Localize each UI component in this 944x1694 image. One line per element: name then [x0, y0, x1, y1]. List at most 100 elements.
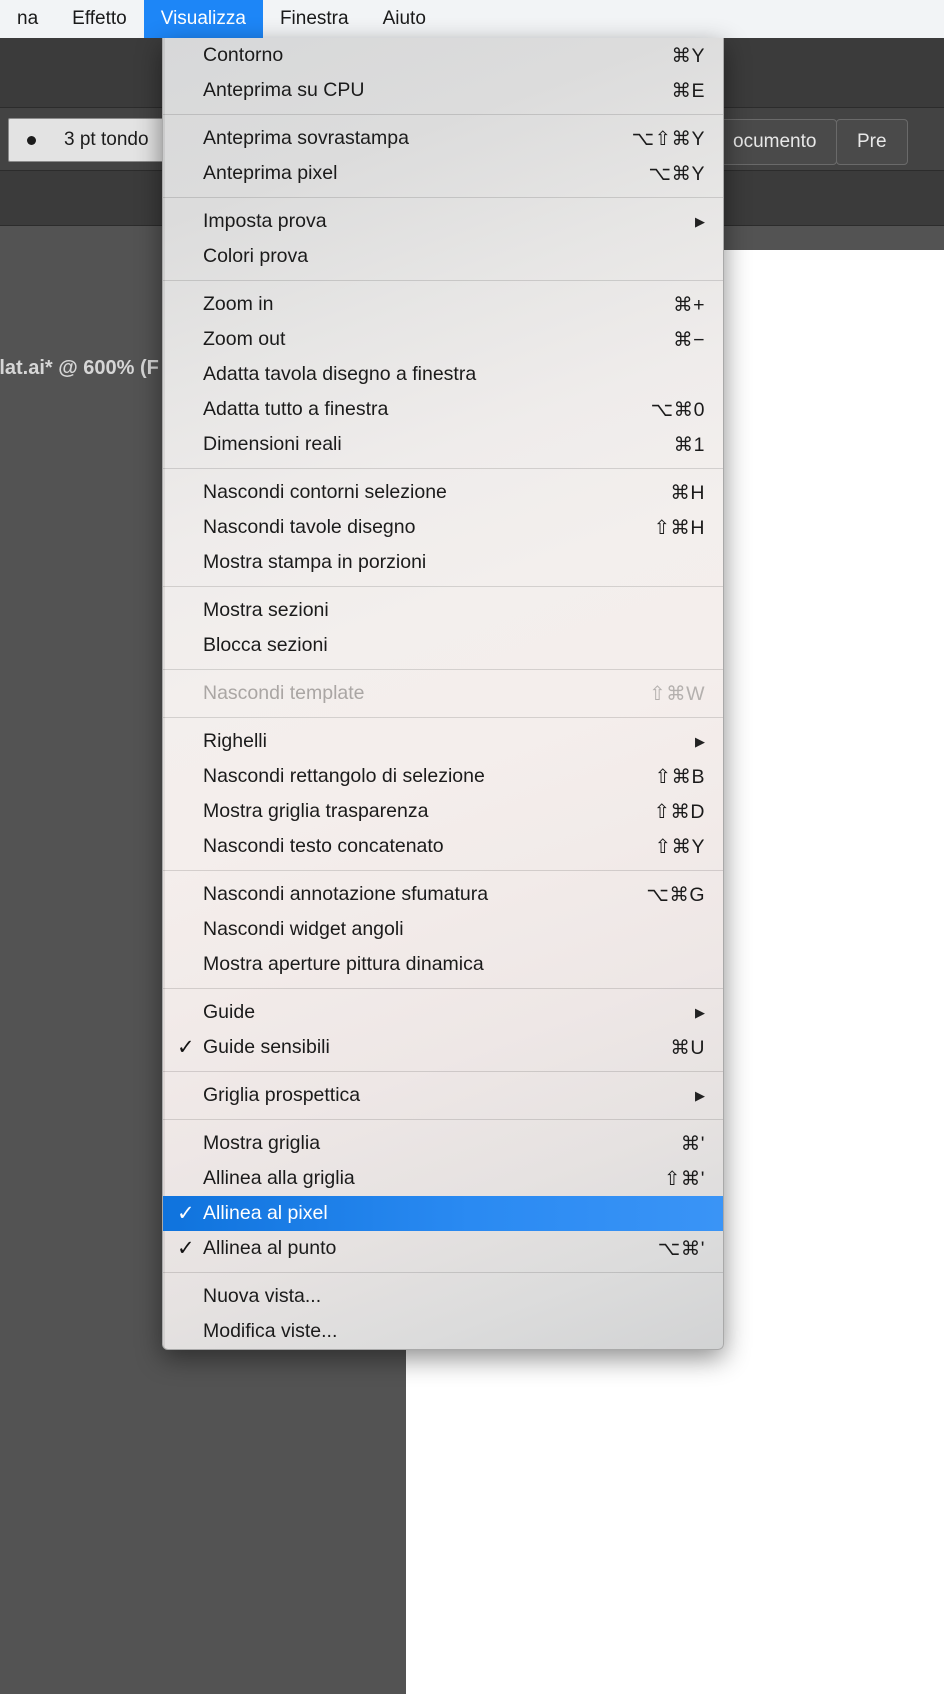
menu-section: Nuova vista... Modifica viste...: [163, 1279, 723, 1349]
menu-item-anteprima-sovrastampa[interactable]: Anteprima sovrastampa ⌥⇧⌘Y: [163, 121, 723, 156]
menu-item-allinea-al-pixel[interactable]: ✓ Allinea al pixel: [163, 1196, 723, 1231]
menu-section: Imposta prova ▶ Colori prova: [163, 204, 723, 274]
menu-item-label: Griglia prospettica: [203, 1084, 361, 1106]
menu-item-label: Guide: [203, 1001, 256, 1023]
menu-item-guide-sensibili[interactable]: ✓ Guide sensibili ⌘U: [163, 1030, 723, 1065]
documento-button[interactable]: ocumento: [712, 119, 838, 165]
menu-item-nuova-vista[interactable]: Nuova vista...: [163, 1279, 723, 1314]
menu-section: Guide ▶ ✓ Guide sensibili ⌘U: [163, 995, 723, 1065]
menu-separator: [163, 988, 723, 989]
menu-item-nascondi-template: Nascondi template ⇧⌘W: [163, 676, 723, 711]
menu-section: Mostra griglia ⌘' Allinea alla griglia ⇧⌘' ✓…: [163, 1126, 723, 1266]
menu-item-nascondi-annotazione-sfumatura[interactable]: Nascondi annotazione sfumatura ⌥⌘G: [163, 877, 723, 912]
menu-item-mostra-griglia[interactable]: Mostra griglia ⌘': [163, 1126, 723, 1161]
menu-item-modifica-viste[interactable]: Modifica viste...: [163, 1314, 723, 1349]
menu-item-label: Nascondi contorni selezione: [203, 481, 447, 503]
menu-item-mostra-griglia-trasparenza[interactable]: Mostra griglia trasparenza ⇧⌘D: [163, 794, 723, 829]
checkmark-icon: ✓: [177, 1237, 195, 1260]
menu-separator: [163, 468, 723, 469]
menu-item-mostra-stampa-in-porzioni[interactable]: Mostra stampa in porzioni: [163, 545, 723, 580]
menu-item-zoom-out[interactable]: Zoom out ⌘−: [163, 322, 723, 357]
predefinito-button[interactable]: Pre: [836, 119, 908, 165]
menu-separator: [163, 1119, 723, 1120]
menu-item-allinea-al-punto[interactable]: ✓ Allinea al punto ⌥⌘': [163, 1231, 723, 1266]
menu-item-shortcut: ⇧⌘W: [649, 682, 705, 705]
menu-item-shortcut: ⌘H: [670, 481, 705, 504]
menu-item-shortcut: ⌥⌘0: [650, 398, 705, 421]
menu-item-label: Mostra sezioni: [203, 599, 329, 621]
menu-item-label: Anteprima su CPU: [203, 79, 365, 101]
menu-item-nascondi-testo-concatenato[interactable]: Nascondi testo concatenato ⇧⌘Y: [163, 829, 723, 864]
menu-item-label: Adatta tavola disegno a finestra: [203, 363, 477, 385]
menu-item-zoom-in[interactable]: Zoom in ⌘+: [163, 287, 723, 322]
menu-item-label: Nascondi annotazione sfumatura: [203, 883, 489, 905]
menubar-item-label: Finestra: [279, 8, 349, 29]
menubar-item-aiuto[interactable]: Aiuto: [366, 0, 443, 38]
menu-item-contorno[interactable]: Contorno ⌘Y: [163, 38, 723, 73]
menu-bar-items: na Effetto Visualizza Finestra Aiuto: [0, 0, 944, 38]
menu-item-nascondi-tavole-disegno[interactable]: Nascondi tavole disegno ⇧⌘H: [163, 510, 723, 545]
menu-item-colori-prova[interactable]: Colori prova: [163, 239, 723, 274]
visualizza-dropdown-menu[interactable]: Contorno ⌘Y Anteprima su CPU ⌘E Anteprima so…: [162, 38, 724, 1350]
menu-item-label: Imposta prova: [203, 210, 327, 232]
menu-item-nascondi-widget-angoli[interactable]: Nascondi widget angoli: [163, 912, 723, 947]
document-title: -flat.ai* @ 600% (F: [0, 357, 159, 379]
menu-section: Nascondi template ⇧⌘W: [163, 676, 723, 711]
menu-bar: na Effetto Visualizza Finestra Aiuto: [0, 0, 944, 38]
menu-item-adatta-tutto-a-finestra[interactable]: Adatta tutto a finestra ⌥⌘0: [163, 392, 723, 427]
stroke-preset-label: 3 pt tondo: [64, 129, 149, 150]
menu-item-label: Contorno: [203, 44, 284, 66]
submenu-arrow-icon: ▶: [695, 1005, 705, 1020]
menu-item-shortcut: ⌘−: [673, 328, 705, 351]
menu-item-mostra-sezioni[interactable]: Mostra sezioni: [163, 593, 723, 628]
menubar-item-visualizza[interactable]: Visualizza: [143, 0, 263, 38]
menu-item-label: Mostra aperture pittura dinamica: [203, 953, 484, 975]
menu-item-nascondi-rettangolo-di-selezione[interactable]: Nascondi rettangolo di selezione ⇧⌘B: [163, 759, 723, 794]
menu-item-label: Mostra griglia trasparenza: [203, 800, 429, 822]
checkmark-icon: ✓: [177, 1036, 195, 1059]
menu-separator: [163, 870, 723, 871]
menu-item-anteprima-su-cpu[interactable]: Anteprima su CPU ⌘E: [163, 73, 723, 108]
menu-section: Nascondi contorni selezione ⌘H Nascondi ta…: [163, 475, 723, 580]
menu-separator: [163, 197, 723, 198]
menu-item-anteprima-pixel[interactable]: Anteprima pixel ⌥⌘Y: [163, 156, 723, 191]
menubar-item-na[interactable]: na: [0, 0, 55, 38]
menu-item-label: Nuova vista...: [203, 1285, 322, 1307]
menu-item-blocca-sezioni[interactable]: Blocca sezioni: [163, 628, 723, 663]
menu-separator: [163, 669, 723, 670]
menu-item-shortcut: ⇧⌘D: [653, 800, 705, 823]
menu-item-shortcut: ⌥⌘Y: [648, 162, 705, 185]
menu-item-label: Anteprima sovrastampa: [203, 127, 409, 149]
menu-item-label: Dimensioni reali: [203, 433, 342, 455]
menubar-item-label: Visualizza: [160, 8, 246, 29]
menu-item-label: Nascondi rettangolo di selezione: [203, 765, 485, 787]
menu-separator: [163, 586, 723, 587]
menu-item-label: Righelli: [203, 730, 267, 752]
menu-item-mostra-aperture-pittura-dinamica[interactable]: Mostra aperture pittura dinamica: [163, 947, 723, 982]
menu-item-guide[interactable]: Guide ▶: [163, 995, 723, 1030]
menubar-item-effetto[interactable]: Effetto: [55, 0, 144, 38]
menu-item-righelli[interactable]: Righelli ▶: [163, 724, 723, 759]
stroke-dot-icon: [27, 135, 36, 145]
menu-item-dimensioni-reali[interactable]: Dimensioni reali ⌘1: [163, 427, 723, 462]
menu-item-imposta-prova[interactable]: Imposta prova ▶: [163, 204, 723, 239]
menu-item-allinea-alla-griglia[interactable]: Allinea alla griglia ⇧⌘': [163, 1161, 723, 1196]
menu-item-label: Nascondi testo concatenato: [203, 835, 444, 857]
menu-item-shortcut: ⌘U: [670, 1036, 705, 1059]
menu-item-shortcut: ⇧⌘H: [653, 516, 705, 539]
menu-item-label: Mostra griglia: [203, 1132, 321, 1154]
menu-item-label: Nascondi template: [203, 682, 365, 704]
menubar-item-label: Effetto: [72, 8, 127, 29]
menu-item-griglia-prospettica[interactable]: Griglia prospettica ▶: [163, 1078, 723, 1113]
menu-item-shortcut: ⇧⌘B: [654, 765, 705, 788]
menu-item-shortcut: ⌥⌘G: [646, 883, 705, 906]
menu-item-nascondi-contorni-selezione[interactable]: Nascondi contorni selezione ⌘H: [163, 475, 723, 510]
menu-item-label: Allinea al punto: [203, 1237, 337, 1259]
menu-item-label: Zoom in: [203, 293, 274, 315]
menu-separator: [163, 1272, 723, 1273]
menu-item-adatta-tavola-disegno-a-finestra[interactable]: Adatta tavola disegno a finestra: [163, 357, 723, 392]
menubar-item-finestra[interactable]: Finestra: [263, 0, 366, 38]
menu-item-label: Mostra stampa in porzioni: [203, 551, 427, 573]
menu-section: Nascondi annotazione sfumatura ⌥⌘G Nascond…: [163, 877, 723, 982]
menu-item-label: Guide sensibili: [203, 1036, 330, 1058]
